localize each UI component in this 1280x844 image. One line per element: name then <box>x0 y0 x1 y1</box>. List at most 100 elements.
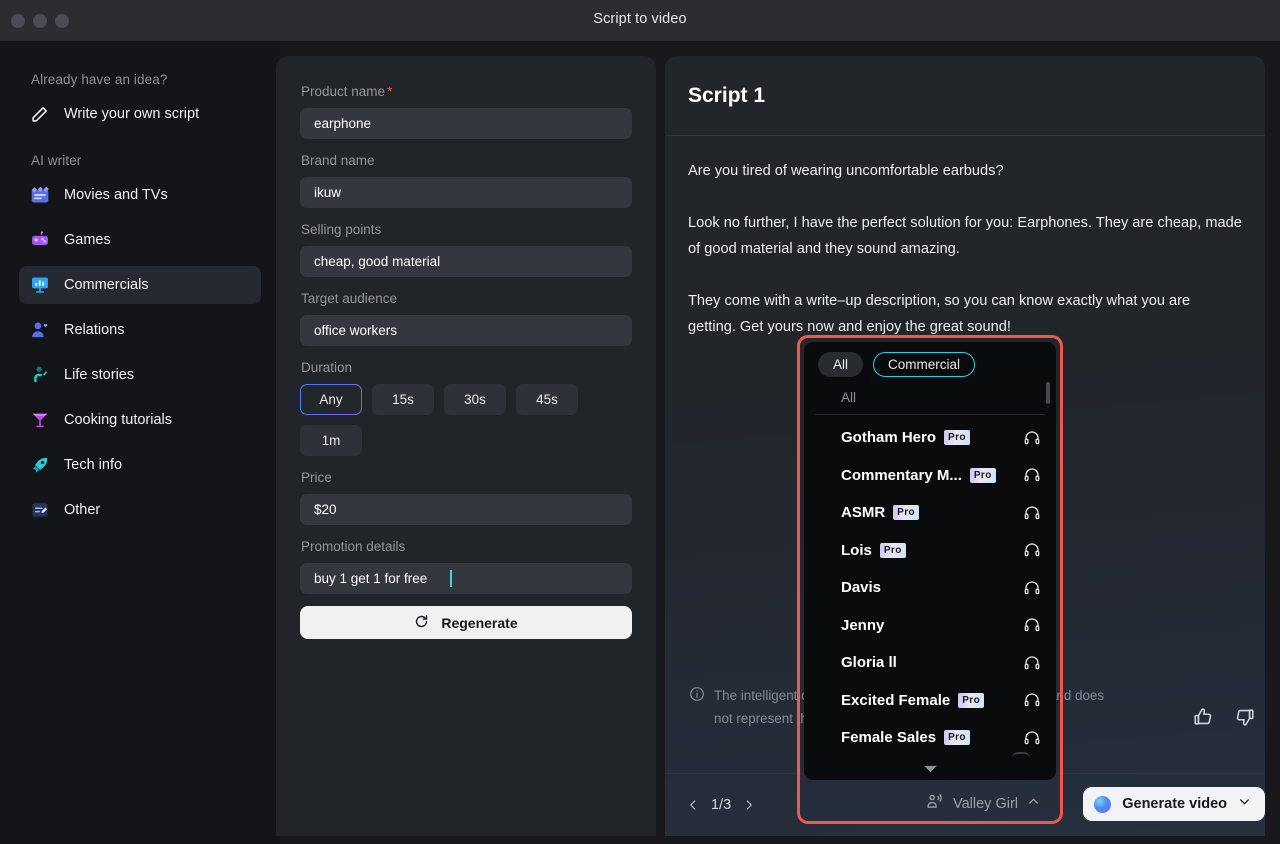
voice-filter-chips: All Commercial <box>804 352 1056 387</box>
refresh-icon <box>414 614 429 632</box>
promotion-details-input[interactable]: buy 1 get 1 for free <box>300 563 632 594</box>
generate-video-button[interactable]: Generate video <box>1083 787 1265 821</box>
sidebar-heading-idea: Already have an idea? <box>31 72 261 87</box>
scroll-more-chevron-down-icon[interactable] <box>804 764 1056 774</box>
regenerate-label: Regenerate <box>441 615 517 631</box>
headphones-preview-icon[interactable] <box>1023 541 1041 559</box>
voice-name: Excited Female <box>841 692 950 709</box>
form-panel: Product name* earphone Brand name ikuw S… <box>276 56 656 836</box>
duration-option-15s[interactable]: 15s <box>372 384 434 415</box>
script-body[interactable]: Are you tired of wearing uncomfortable e… <box>665 136 1265 340</box>
sidebar-item-movies-and-tvs[interactable]: Movies and TVs <box>19 176 261 214</box>
sidebar-item-label: Movies and TVs <box>64 187 168 203</box>
voice-list-item[interactable]: Lois Pro <box>815 532 1045 570</box>
duration-option-any[interactable]: Any <box>300 384 362 415</box>
headphones-preview-icon[interactable] <box>1023 579 1041 597</box>
prev-script-button[interactable] <box>684 796 702 814</box>
generate-video-label: Generate video <box>1122 796 1227 812</box>
duration-options: Any 15s 30s 45s 1m <box>300 384 632 456</box>
voice-list: Gotham Hero Pro Commentary M... Pro ASMR… <box>804 415 1056 757</box>
pro-badge: Pro <box>893 505 919 520</box>
price-label: Price <box>301 470 632 485</box>
sidebar-heading-ai-writer: AI writer <box>31 153 261 168</box>
pro-badge: Pro <box>880 543 906 558</box>
headphones-preview-icon[interactable] <box>1023 466 1041 484</box>
headphones-preview-icon[interactable] <box>1023 616 1041 634</box>
presentation-chart-icon <box>29 275 50 296</box>
sidebar-item-label: Games <box>64 232 111 248</box>
product-name-input[interactable]: earphone <box>300 108 632 139</box>
thumbs-up-icon[interactable] <box>1192 706 1214 728</box>
voice-list-item[interactable]: Jenny <box>815 607 1045 645</box>
selling-points-input[interactable]: cheap, good material <box>300 246 632 277</box>
voice-list-scrollbar[interactable] <box>1046 382 1050 404</box>
chevron-down-icon[interactable] <box>1238 795 1251 813</box>
sidebar-item-commercials[interactable]: Commercials <box>19 266 261 304</box>
sidebar-item-cooking-tutorials[interactable]: Cooking tutorials <box>19 401 261 439</box>
voice-filter-commercial[interactable]: Commercial <box>873 352 975 377</box>
sidebar-item-other[interactable]: Other <box>19 491 261 529</box>
voice-group-label: All <box>815 387 1045 415</box>
script-paragraph: Are you tired of wearing uncomfortable e… <box>688 158 1242 184</box>
voice-list-item[interactable]: Davis <box>815 569 1045 607</box>
brand-name-input[interactable]: ikuw <box>300 177 632 208</box>
sidebar-item-label: Other <box>64 502 100 518</box>
pro-badge: Pro <box>958 693 984 708</box>
sidebar-item-tech-info[interactable]: Tech info <box>19 446 261 484</box>
sidebar-item-label: Write your own script <box>64 106 199 122</box>
page-indicator: 1/3 <box>711 797 731 813</box>
app-window: Script to video Already have an idea? Wr… <box>0 0 1280 844</box>
promotion-details-label: Promotion details <box>301 539 632 554</box>
headphones-preview-icon[interactable] <box>1023 654 1041 672</box>
voice-list-item[interactable]: Gotham Hero Pro <box>815 419 1045 457</box>
thumbs-down-icon[interactable] <box>1234 706 1256 728</box>
voice-dropdown-highlight: All Commercial All Gotham Hero Pro Comme… <box>797 335 1063 824</box>
next-script-button[interactable] <box>740 796 758 814</box>
voice-dropdown-panel: All Commercial All Gotham Hero Pro Comme… <box>804 342 1056 780</box>
regenerate-button[interactable]: Regenerate <box>300 606 632 639</box>
window-title: Script to video <box>0 11 1280 27</box>
headphones-preview-icon[interactable] <box>1023 429 1041 447</box>
ai-orb-icon <box>1094 796 1111 813</box>
sidebar-item-write-your-own-script[interactable]: Write your own script <box>19 95 261 133</box>
product-name-label: Product name* <box>301 84 632 99</box>
pencil-icon <box>29 104 50 125</box>
voice-list-partial-row <box>1012 752 1030 758</box>
voice-name: Commentary M... <box>841 467 962 484</box>
voice-list-item[interactable]: Gloria ll <box>815 644 1045 682</box>
pagination: 1/3 <box>684 796 758 814</box>
target-audience-input[interactable]: office workers <box>300 315 632 346</box>
sidebar-item-life-stories[interactable]: Life stories <box>19 356 261 394</box>
pro-badge: Pro <box>944 730 970 745</box>
sidebar-item-relations[interactable]: Relations <box>19 311 261 349</box>
duration-option-1m[interactable]: 1m <box>300 425 362 456</box>
duration-label: Duration <box>301 360 632 375</box>
voice-name: Jenny <box>841 617 884 634</box>
gamepad-icon <box>29 230 50 251</box>
clapperboard-icon <box>29 185 50 206</box>
sidebar-item-label: Cooking tutorials <box>64 412 172 428</box>
voice-list-item[interactable]: Commentary M... Pro <box>815 457 1045 495</box>
script-paragraph: Look no further, I have the perfect solu… <box>688 210 1242 262</box>
voice-name: Gloria ll <box>841 654 897 671</box>
headphones-preview-icon[interactable] <box>1023 504 1041 522</box>
cocktail-glass-icon <box>29 410 50 431</box>
sidebar-item-label: Tech info <box>64 457 122 473</box>
headphones-preview-icon[interactable] <box>1023 691 1041 709</box>
voice-list-item[interactable]: ASMR Pro <box>815 494 1045 532</box>
headphones-preview-icon[interactable] <box>1023 729 1041 747</box>
voice-filter-all[interactable]: All <box>818 352 863 377</box>
duration-option-45s[interactable]: 45s <box>516 384 578 415</box>
sidebar: Already have an idea? Write your own scr… <box>0 42 280 844</box>
voice-name: Female Sales <box>841 729 936 746</box>
feedback-controls <box>1192 706 1256 728</box>
price-input[interactable]: $20 <box>300 494 632 525</box>
pro-badge: Pro <box>944 430 970 445</box>
required-marker: * <box>387 84 392 99</box>
voice-list-item[interactable]: Female Sales Pro <box>815 719 1045 757</box>
duration-option-30s[interactable]: 30s <box>444 384 506 415</box>
voice-list-item[interactable]: Excited Female Pro <box>815 682 1045 720</box>
voice-name: Gotham Hero <box>841 429 936 446</box>
title-bar: Script to video <box>0 0 1280 42</box>
sidebar-item-games[interactable]: Games <box>19 221 261 259</box>
